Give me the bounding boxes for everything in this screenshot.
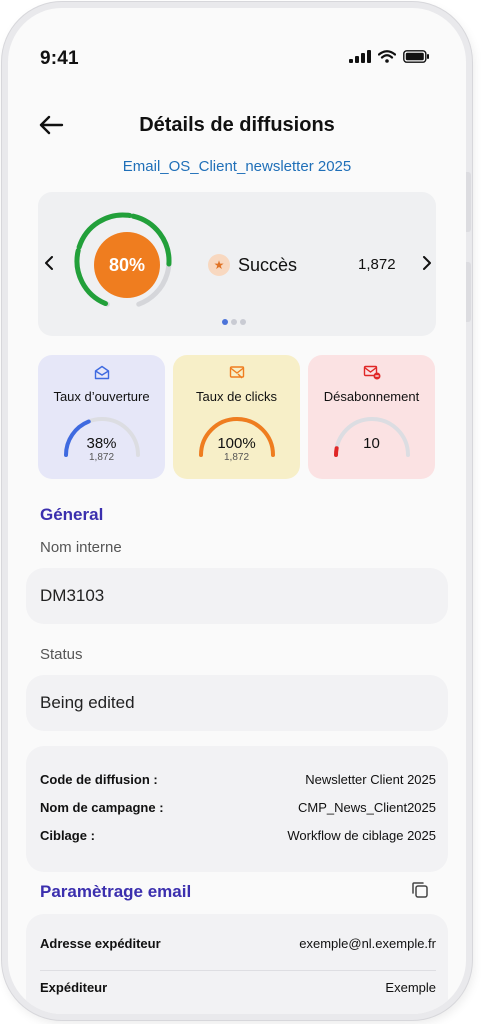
- page-title: Détails de diffusions: [139, 114, 335, 136]
- info-key: Code de diffusion :: [40, 772, 158, 787]
- metric-card-click-rate[interactable]: Taux de clicks 100% 1,872: [173, 355, 300, 479]
- metric-label: Taux d’ouverture: [53, 389, 150, 404]
- section-title-general: Géneral: [40, 505, 104, 524]
- info-row-targeting: Ciblage : Workflow de ciblage 2025: [40, 828, 436, 843]
- email-key: Expéditeur: [40, 980, 108, 995]
- status-bar: 9:41: [8, 46, 466, 72]
- metric-card-open-rate[interactable]: Taux d’ouverture 38% 1,872: [38, 355, 165, 479]
- phone-frame: 9:41 Détails de diffusions Email_OS_Clie…: [2, 2, 472, 1020]
- status-time: 9:41: [40, 48, 79, 69]
- internal-name-label: Nom interne: [40, 539, 122, 556]
- info-key: Ciblage :: [40, 828, 95, 843]
- app-screen: 9:41 Détails de diffusions Email_OS_Clie…: [8, 8, 466, 1014]
- info-row-campaign-name: Nom de campagne : CMP_News_Client2025: [40, 800, 436, 815]
- metric-label: Taux de clicks: [196, 389, 277, 404]
- success-label-group: ★ Succès: [208, 254, 297, 276]
- carousel-dot[interactable]: [240, 319, 246, 325]
- battery-icon: [403, 50, 429, 63]
- status-icons: [349, 50, 430, 63]
- status-field[interactable]: Being edited: [26, 675, 448, 731]
- metric-value: 38%: [86, 435, 117, 452]
- success-label: Succès: [238, 254, 298, 275]
- campaign-info-box: Code de diffusion : Newsletter Client 20…: [26, 746, 448, 872]
- info-value: Newsletter Client 2025: [305, 772, 436, 787]
- info-key: Nom de campagne :: [40, 800, 164, 815]
- status-label: Status: [40, 646, 83, 663]
- info-value: CMP_News_Client2025: [297, 800, 436, 815]
- info-value: Workflow de ciblage 2025: [287, 828, 436, 843]
- metric-card-unsubscribe[interactable]: Désabonnement 10: [308, 355, 435, 479]
- internal-name-field[interactable]: DM3103: [26, 568, 448, 624]
- metric-value: 100%: [217, 435, 256, 452]
- success-count: 1,872: [358, 256, 396, 273]
- metric-sub-count: 1,872: [88, 452, 115, 463]
- info-row-broadcast-code: Code de diffusion : Newsletter Client 20…: [40, 772, 436, 787]
- email-key: Adresse expéditeur: [40, 936, 161, 951]
- metric-value: 10: [363, 435, 380, 452]
- email-value: exemple@nl.exemple.fr: [299, 936, 436, 951]
- carousel-dot[interactable]: [231, 319, 237, 325]
- star-icon: ★: [208, 254, 230, 276]
- click-mail-icon: [229, 366, 244, 379]
- carousel-dot[interactable]: [222, 319, 228, 325]
- metric-label: Désabonnement: [323, 389, 420, 404]
- email-value: Exemple: [385, 980, 436, 995]
- envelope-open-icon: [94, 365, 109, 380]
- unsubscribe-mail-icon: [363, 365, 380, 380]
- email-row-sender: Expéditeur Exemple: [40, 980, 436, 995]
- success-percent: 80%: [94, 232, 160, 298]
- signal-icon: [349, 50, 371, 63]
- chevron-right-icon[interactable]: [422, 256, 432, 270]
- wifi-icon: [378, 50, 396, 63]
- copy-icon[interactable]: [410, 880, 430, 900]
- carousel-dots[interactable]: [222, 319, 246, 325]
- email-settings-box: Adresse expéditeur exemple@nl.exemple.fr…: [26, 914, 448, 1014]
- section-title-email-settings: Paramètrage email: [40, 882, 192, 901]
- broadcast-name-link[interactable]: Email_OS_Client_newsletter 2025: [8, 158, 466, 175]
- metric-sub-count: 1,872: [223, 452, 250, 463]
- divider: [40, 970, 436, 971]
- chevron-left-icon[interactable]: [44, 256, 54, 270]
- success-carousel-card: 80% ★ Succès 1,872: [38, 192, 436, 336]
- email-row-sender-address: Adresse expéditeur exemple@nl.exemple.fr: [40, 936, 436, 951]
